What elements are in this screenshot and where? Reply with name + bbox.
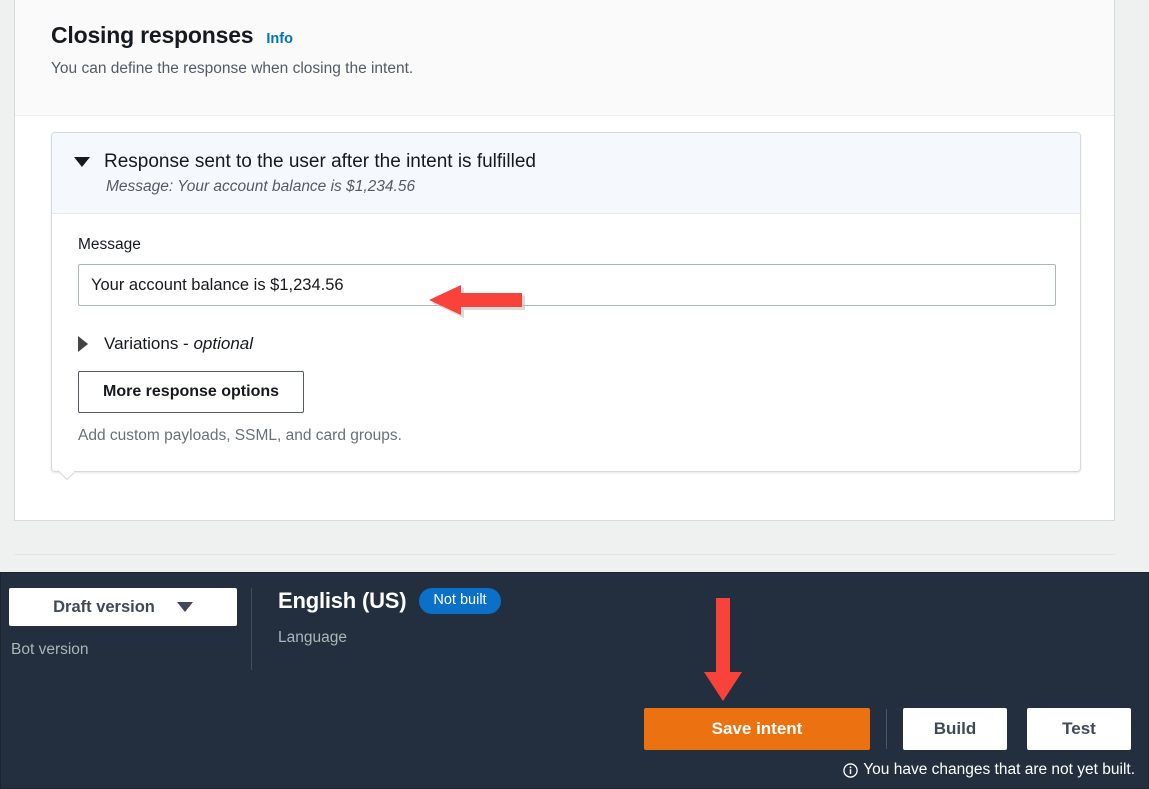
- section-header: Closing responses Info You can define th…: [15, 0, 1114, 116]
- bot-version-column: Draft version Bot version: [1, 588, 251, 659]
- status-badge: Not built: [419, 588, 500, 614]
- info-circle-icon: [843, 763, 858, 778]
- section-title-row: Closing responses Info: [51, 22, 1114, 49]
- caret-down-icon: [177, 602, 193, 612]
- section-description: You can define the response when closing…: [51, 60, 1114, 78]
- response-panel-header[interactable]: Response sent to the user after the inte…: [52, 133, 1080, 214]
- message-input[interactable]: [78, 264, 1056, 306]
- caret-down-icon[interactable]: [74, 157, 90, 167]
- message-label: Message: [78, 236, 1056, 254]
- language-label: Language: [278, 629, 501, 647]
- response-panel-wrapper: Response sent to the user after the inte…: [15, 116, 1114, 472]
- save-intent-button[interactable]: Save intent: [644, 708, 870, 750]
- variations-optional-text: optional: [193, 334, 253, 353]
- language-column: English (US) Not built Language: [251, 588, 501, 670]
- info-link[interactable]: Info: [266, 31, 293, 47]
- button-separator: [886, 709, 887, 749]
- bot-footer-bar: Draft version Bot version English (US) N…: [0, 572, 1149, 789]
- response-panel: Response sent to the user after the inte…: [51, 132, 1081, 472]
- test-button[interactable]: Test: [1027, 708, 1131, 750]
- language-value: English (US): [278, 588, 406, 614]
- bot-version-label: Bot version: [9, 641, 251, 659]
- footer-info-row: Draft version Bot version English (US) N…: [1, 573, 1148, 685]
- response-panel-title: Response sent to the user after the inte…: [104, 151, 536, 173]
- more-response-options-button[interactable]: More response options: [78, 371, 304, 413]
- bot-version-value: Draft version: [53, 598, 155, 617]
- build-status-text: You have changes that are not yet built.: [863, 761, 1135, 779]
- response-panel-body: Message Variations - optional More respo…: [52, 214, 1080, 471]
- variations-label: Variations - optional: [104, 334, 253, 354]
- variations-toggle[interactable]: Variations - optional: [78, 334, 1056, 354]
- footer-action-buttons: Save intent Build Test: [644, 708, 1131, 750]
- response-panel-header-row: Response sent to the user after the inte…: [74, 151, 1060, 173]
- build-status-message: You have changes that are not yet built.: [843, 761, 1135, 779]
- variations-label-text: Variations -: [104, 334, 193, 353]
- response-panel-subtitle: Message: Your account balance is $1,234.…: [106, 178, 1060, 196]
- closing-responses-card: Closing responses Info You can define th…: [14, 0, 1115, 521]
- language-row: English (US) Not built: [278, 588, 501, 614]
- bot-version-dropdown[interactable]: Draft version: [9, 588, 237, 626]
- build-button[interactable]: Build: [903, 708, 1007, 750]
- lower-divider: [14, 554, 1115, 555]
- response-options-hint: Add custom payloads, SSML, and card grou…: [78, 427, 1056, 445]
- page-title: Closing responses: [51, 22, 253, 49]
- caret-right-icon[interactable]: [78, 336, 88, 352]
- callout-tail: [58, 470, 74, 484]
